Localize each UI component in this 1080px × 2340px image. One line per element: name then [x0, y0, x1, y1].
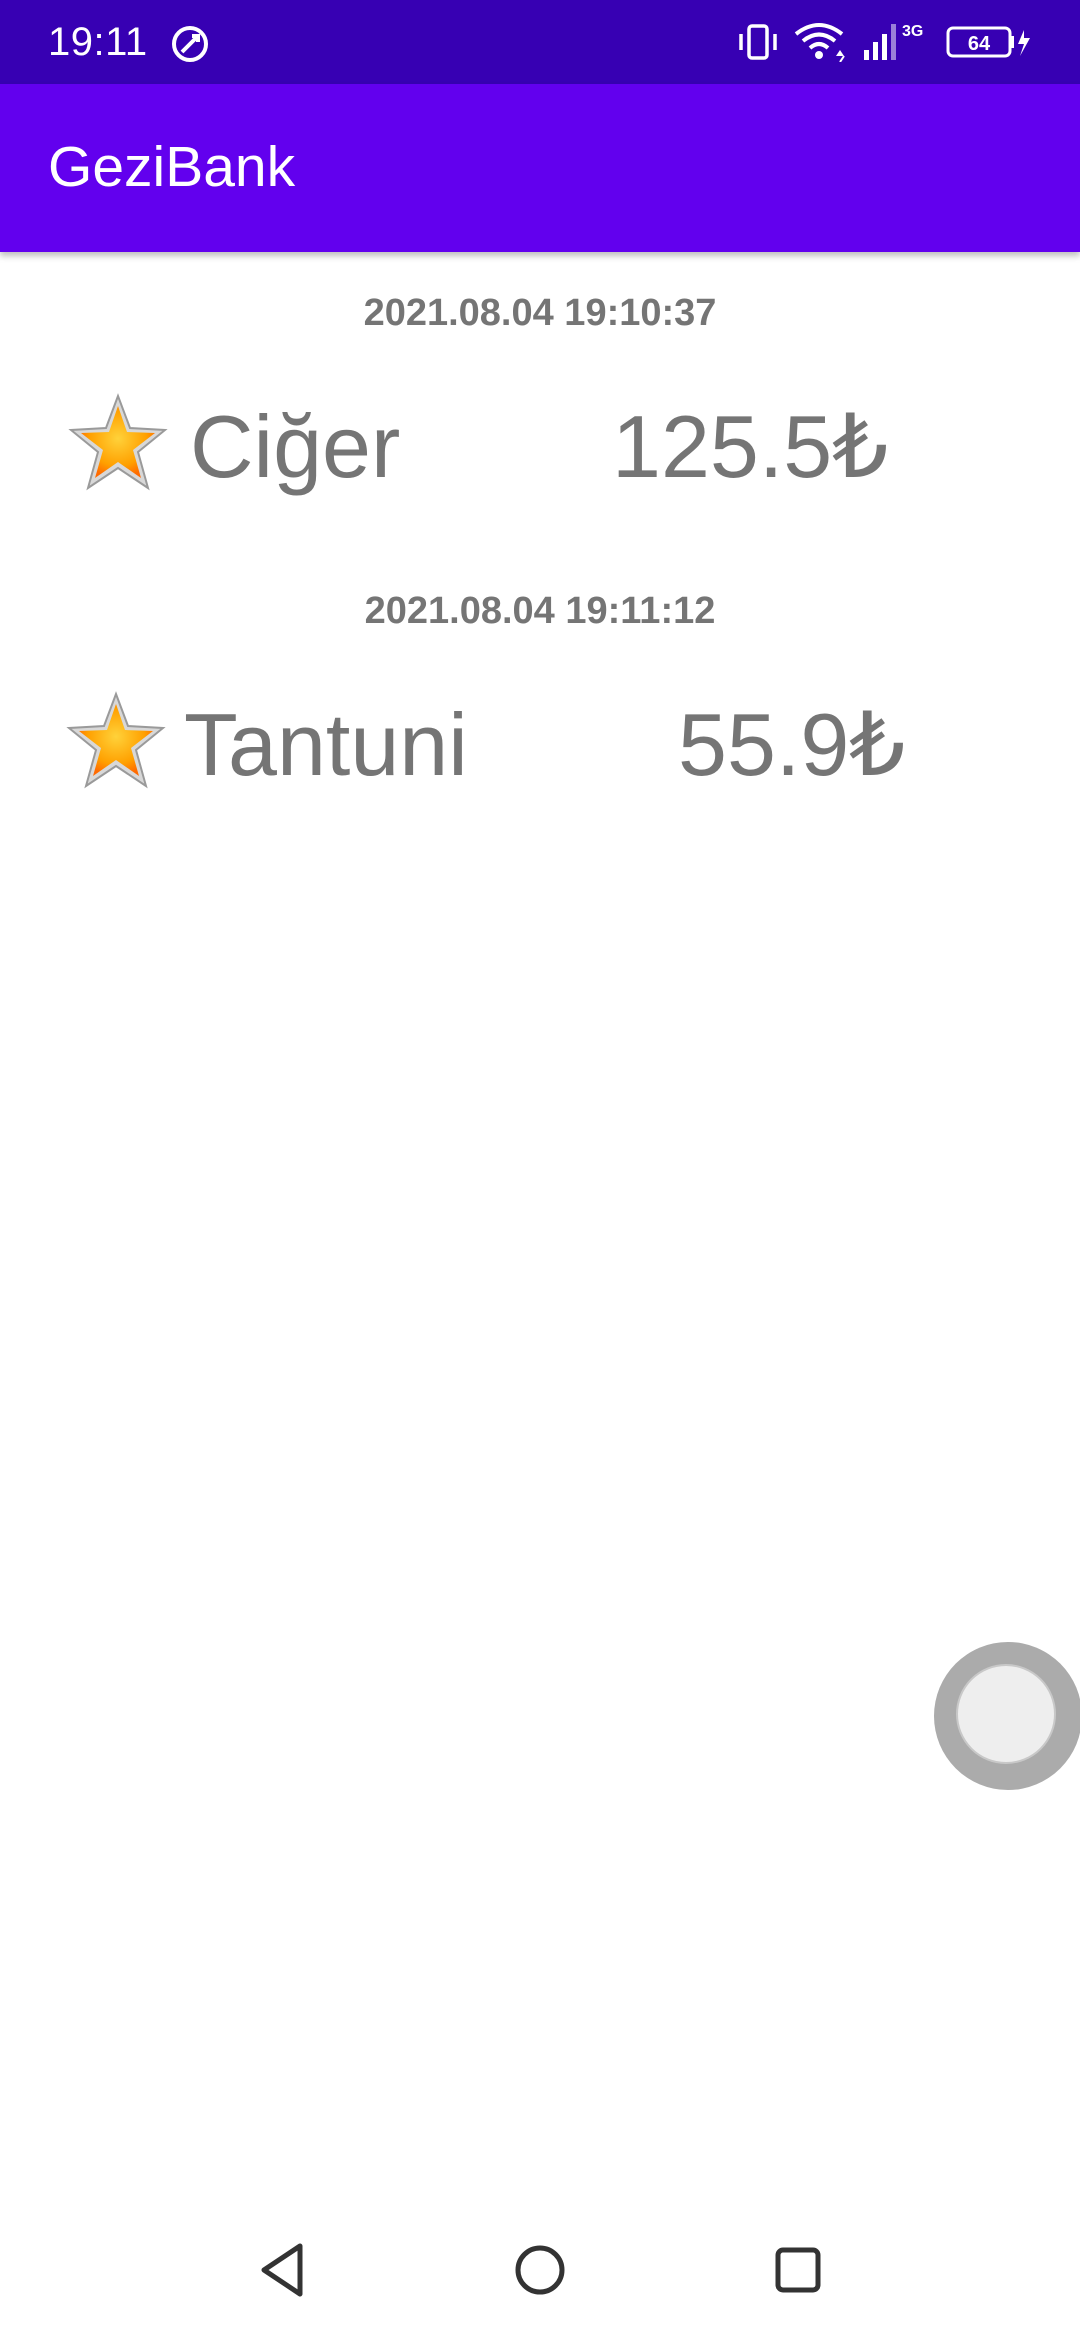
back-icon[interactable] — [252, 2238, 316, 2302]
entry-date: 2021.08.04 19:11:12 — [364, 590, 716, 632]
list-item[interactable]: Ciğer 125.5₺ — [0, 392, 1080, 502]
entry-name: Tantuni — [184, 695, 468, 794]
status-icons: 3G 64 — [736, 20, 1032, 64]
star-icon — [66, 392, 170, 496]
app-bar: GeziBank — [0, 84, 1080, 252]
battery-level: 64 — [968, 33, 991, 55]
recents-icon[interactable] — [766, 2238, 830, 2302]
cell-signal-icon: 3G — [862, 20, 932, 64]
wifi-icon — [794, 22, 848, 62]
entry-price: 55.9₺ — [678, 695, 906, 794]
battery-icon: 64 — [946, 24, 1032, 60]
status-time: 19:11 — [48, 20, 148, 64]
app-title: GeziBank — [48, 135, 296, 199]
network-type-label: 3G — [902, 23, 923, 40]
data-saver-icon — [170, 24, 210, 64]
home-icon[interactable] — [508, 2238, 572, 2302]
vibrate-icon — [736, 22, 780, 62]
assistive-touch-button[interactable] — [934, 1642, 1080, 1790]
navigation-bar — [0, 2200, 1080, 2340]
assistive-touch-inner — [956, 1664, 1056, 1764]
entry-name: Ciğer — [190, 397, 401, 496]
entry-date: 2021.08.04 19:10:37 — [363, 292, 717, 334]
star-icon — [64, 690, 168, 794]
status-bar: 19:11 3G 64 — [0, 0, 1080, 84]
list-item[interactable]: Tantuni 55.9₺ — [0, 690, 1080, 800]
entry-price: 125.5₺ — [612, 397, 889, 496]
